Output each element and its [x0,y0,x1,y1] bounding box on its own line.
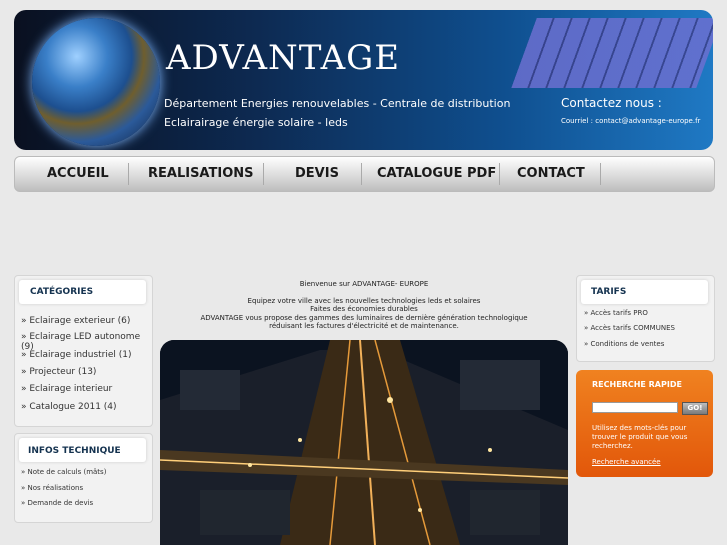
intro-line-4: réduisant les factures d'électricité et … [269,322,459,330]
nav-contact[interactable]: CONTACT [517,166,585,181]
header-banner: ADVANTAGE Département Energies renouvela… [14,10,713,150]
category-item[interactable]: » Eclairage LED autonome (9) [21,332,152,352]
main-nav: ACCUEIL REALISATIONS DEVIS CATALOGUE PDF… [14,156,715,192]
nav-divider [600,163,601,185]
brand-title: ADVANTAGE [166,38,401,78]
nav-realisations[interactable]: REALISATIONS [148,166,254,181]
intro-line-3: ADVANTAGE vous propose des gammes des lu… [200,314,528,322]
globe-logo [32,18,160,146]
infos-item[interactable]: » Demande de devis [21,499,93,507]
categories-box: CATÉGORIES » Eclairage exterieur (6) » E… [14,275,153,427]
categories-title: CATÉGORIES [30,287,94,297]
solar-panels-image [511,18,713,88]
infos-item[interactable]: » Nos réalisations [21,484,83,492]
advanced-search-link[interactable]: Recherche avancée [592,458,661,466]
category-item[interactable]: » Eclairage exterieur (6) [21,316,130,326]
tarifs-item[interactable]: » Accès tarifs COMMUNES [584,324,675,332]
tarifs-title: TARIFS [591,287,627,297]
category-item[interactable]: » Projecteur (13) [21,367,96,377]
search-title: RECHERCHE RAPIDE [592,380,682,389]
nav-divider [361,163,362,185]
category-item[interactable]: » Catalogue 2011 (4) [21,402,117,412]
tarifs-box: TARIFS » Accès tarifs PRO » Accès tarifs… [576,275,715,362]
city-night-illustration [160,340,568,545]
intro-line-2: Faites des économies durables [310,305,418,313]
category-item[interactable]: » Eclairage industriel (1) [21,350,132,360]
nav-divider [128,163,129,185]
infos-title: INFOS TECHNIQUE [28,446,121,456]
search-go-button[interactable]: GO! [682,402,708,415]
category-item[interactable]: » Eclairage interieur [21,384,112,394]
infos-item[interactable]: » Note de calculs (mâts) [21,468,106,476]
quick-search-box: RECHERCHE RAPIDE GO! Utilisez des mots-c… [576,370,713,477]
intro-line-1: Equipez votre ville avec les nouvelles t… [247,297,481,305]
contact-title: Contactez nous : [561,96,662,110]
nav-accueil[interactable]: ACCUEIL [47,166,109,181]
welcome-text: Bienvenue sur ADVANTAGE- EUROPE [299,280,429,288]
city-night-photo [160,340,568,545]
nav-devis[interactable]: DEVIS [295,166,339,181]
banner-subtitle-1: Département Energies renouvelables - Cen… [164,97,511,110]
search-input[interactable] [592,402,678,413]
contact-email[interactable]: Courriel : contact@advantage-europe.fr [561,117,700,125]
banner-subtitle-2: Eclairairage énergie solaire - leds [164,116,348,129]
nav-catalogue-pdf[interactable]: CATALOGUE PDF [377,166,496,181]
nav-divider [499,163,500,185]
tarifs-item[interactable]: » Conditions de ventes [584,340,664,348]
tarifs-item[interactable]: » Accès tarifs PRO [584,309,648,317]
nav-divider [263,163,264,185]
infos-box: INFOS TECHNIQUE » Note de calculs (mâts)… [14,433,153,523]
search-help-text: Utilisez des mots-clés pour trouver le p… [592,424,688,450]
